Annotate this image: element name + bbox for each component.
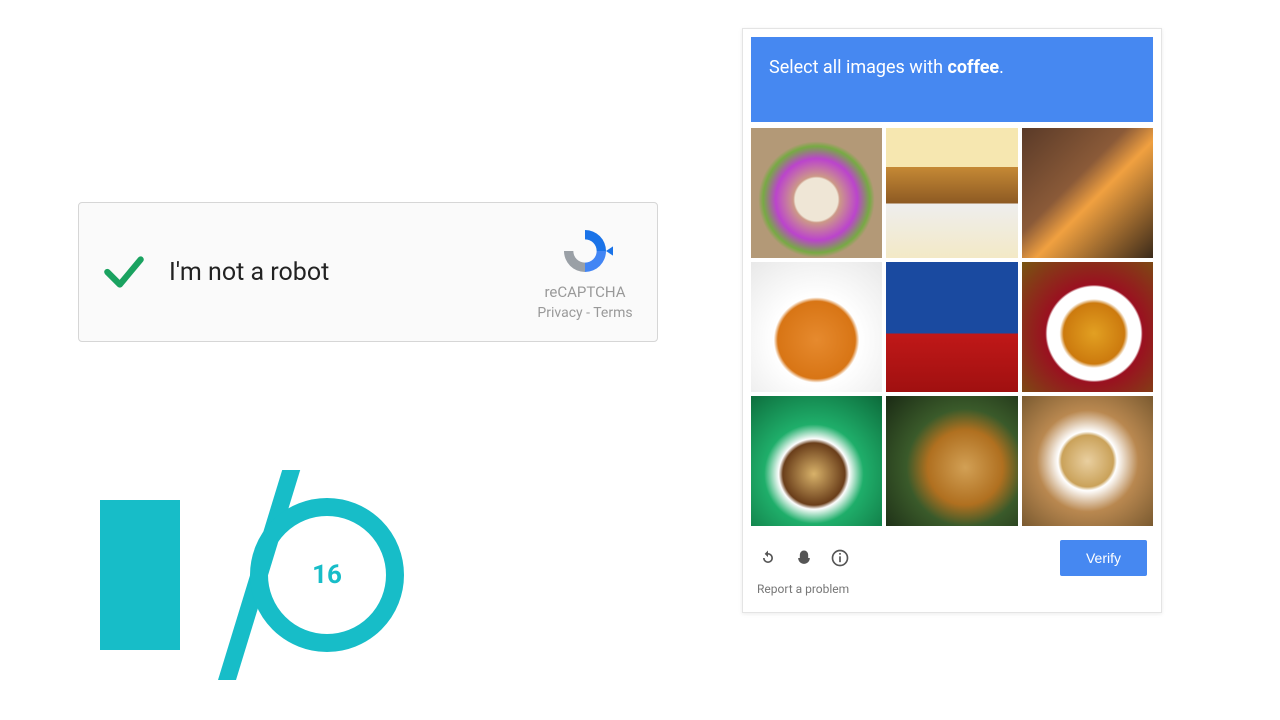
io-logo-i	[100, 500, 180, 650]
challenge-target-word: coffee	[947, 57, 999, 78]
challenge-tile[interactable]	[751, 262, 882, 392]
challenge-footer: Verify	[751, 526, 1153, 580]
recaptcha-icon	[557, 223, 613, 279]
challenge-tile[interactable]	[1022, 128, 1153, 258]
challenge-prompt: Select all images with coffee.	[751, 37, 1153, 122]
recaptcha-label: I'm not a robot	[169, 258, 527, 287]
challenge-tile[interactable]	[751, 396, 882, 526]
recaptcha-badge: reCAPTCHA Privacy - Terms	[527, 223, 657, 321]
terms-link[interactable]: Terms	[593, 305, 632, 321]
challenge-tile[interactable]	[751, 128, 882, 258]
io-logo-year: 16	[312, 560, 342, 590]
challenge-tile[interactable]	[886, 262, 1017, 392]
challenge-prompt-prefix: Select all images with	[769, 57, 947, 78]
challenge-prompt-suffix: .	[999, 57, 1004, 78]
recaptcha-checkbox[interactable]	[79, 247, 169, 297]
challenge-footer-icons	[757, 547, 851, 569]
info-icon[interactable]	[829, 547, 851, 569]
verify-button[interactable]: Verify	[1060, 540, 1147, 576]
recaptcha-widget: I'm not a robot reCAPTCHA Privacy - Term…	[78, 202, 658, 342]
io-logo: 16	[100, 470, 390, 680]
challenge-tile[interactable]	[886, 128, 1017, 258]
privacy-link[interactable]: Privacy	[537, 305, 582, 321]
recaptcha-badge-title: reCAPTCHA	[544, 283, 625, 301]
audio-icon[interactable]	[793, 547, 815, 569]
captcha-image-challenge: Select all images with coffee. Verify Re…	[742, 28, 1162, 613]
report-problem-link[interactable]: Report a problem	[751, 580, 1153, 604]
challenge-grid	[751, 128, 1153, 526]
challenge-tile[interactable]	[1022, 396, 1153, 526]
challenge-tile[interactable]	[1022, 262, 1153, 392]
io-logo-o: 16	[250, 498, 404, 652]
challenge-tile[interactable]	[886, 396, 1017, 526]
checkmark-icon	[99, 247, 149, 297]
reload-icon[interactable]	[757, 547, 779, 569]
recaptcha-badge-links: Privacy - Terms	[537, 305, 632, 321]
